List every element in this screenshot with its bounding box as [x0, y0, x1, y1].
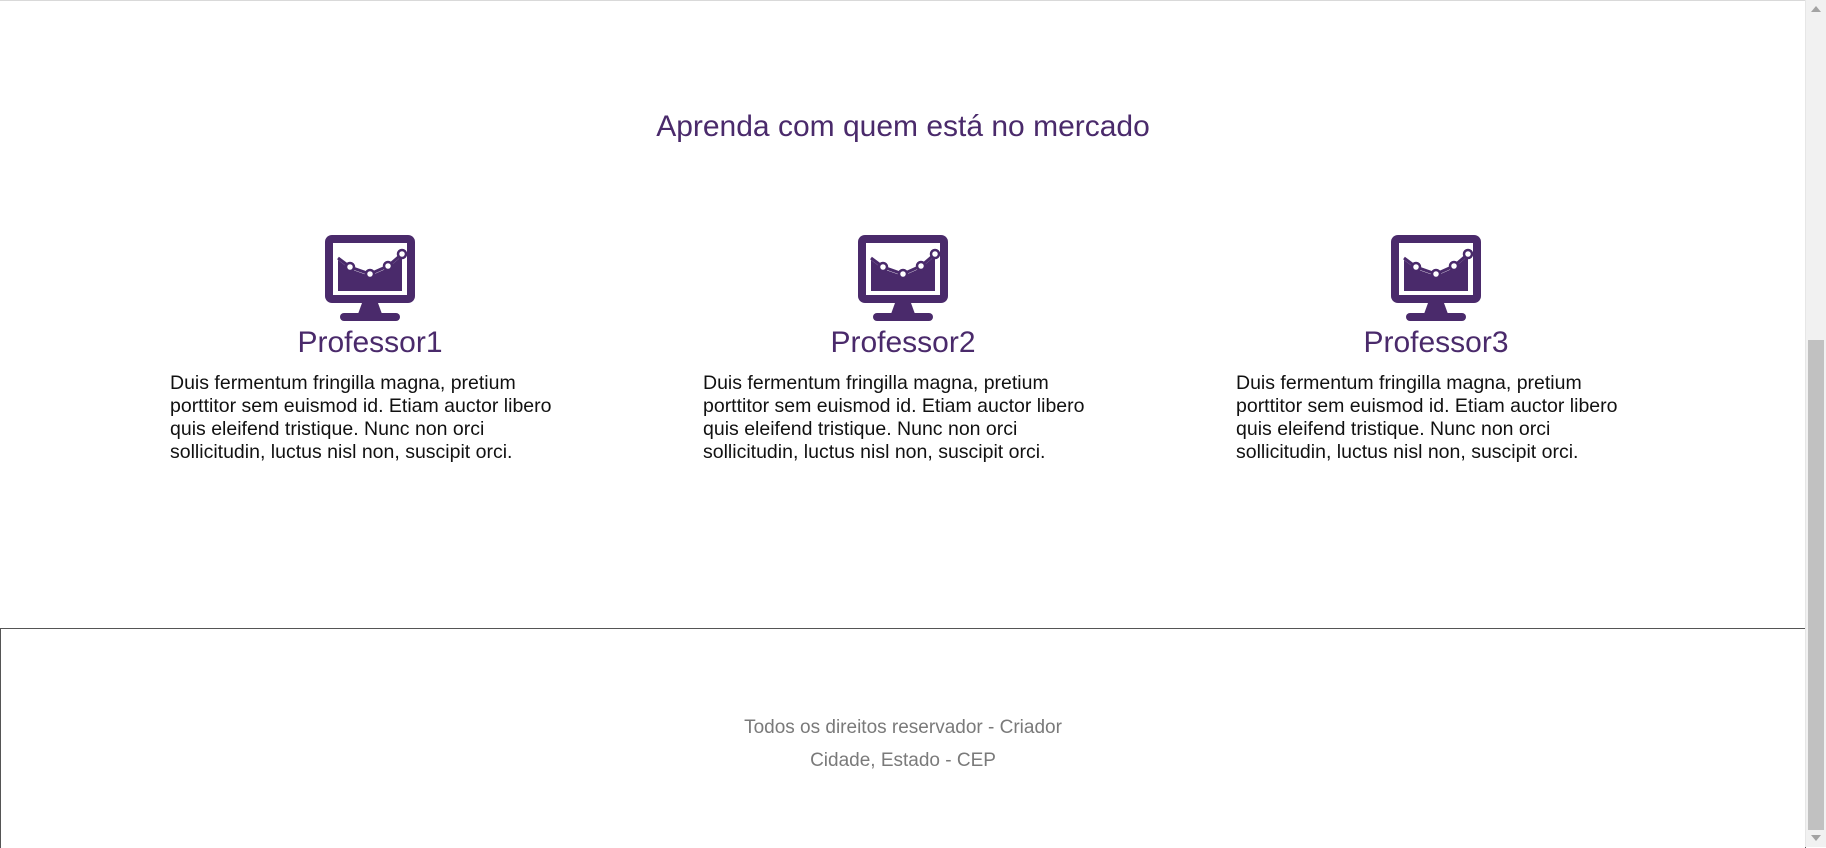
scroll-up-icon[interactable] — [1811, 6, 1821, 12]
scroll-down-icon[interactable] — [1811, 835, 1821, 841]
monitor-chart-icon — [1391, 235, 1481, 321]
professor-card: Professor1 Duis fermentum fringilla magn… — [170, 234, 570, 464]
page: Aprenda com quem está no mercado Profess… — [0, 0, 1806, 848]
professor-name: Professor2 — [830, 326, 976, 359]
footer-address: Cidade, Estado - CEP — [810, 750, 996, 771]
footer-rights: Todos os direitos reservador - Criador — [744, 717, 1062, 738]
monitor-chart-icon — [325, 235, 415, 321]
professor-description: Duis fermentum fringilla magna, pretium … — [1236, 372, 1618, 463]
vertical-scrollbar[interactable] — [1805, 0, 1826, 847]
professor-card: Professor2 Duis fermentum fringilla magn… — [703, 234, 1103, 464]
top-divider — [0, 0, 1806, 1]
footer: Todos os direitos reservador - Criador C… — [0, 628, 1806, 848]
professor-card: Professor3 Duis fermentum fringilla magn… — [1236, 234, 1636, 464]
monitor-chart-icon — [858, 235, 948, 321]
scrollbar-thumb[interactable] — [1808, 340, 1824, 830]
professor-name: Professor1 — [297, 326, 443, 359]
professor-description: Duis fermentum fringilla magna, pretium … — [703, 372, 1085, 463]
professor-name: Professor3 — [1363, 326, 1509, 359]
section-title: Aprenda com quem está no mercado — [656, 110, 1150, 143]
professor-description: Duis fermentum fringilla magna, pretium … — [170, 372, 552, 463]
